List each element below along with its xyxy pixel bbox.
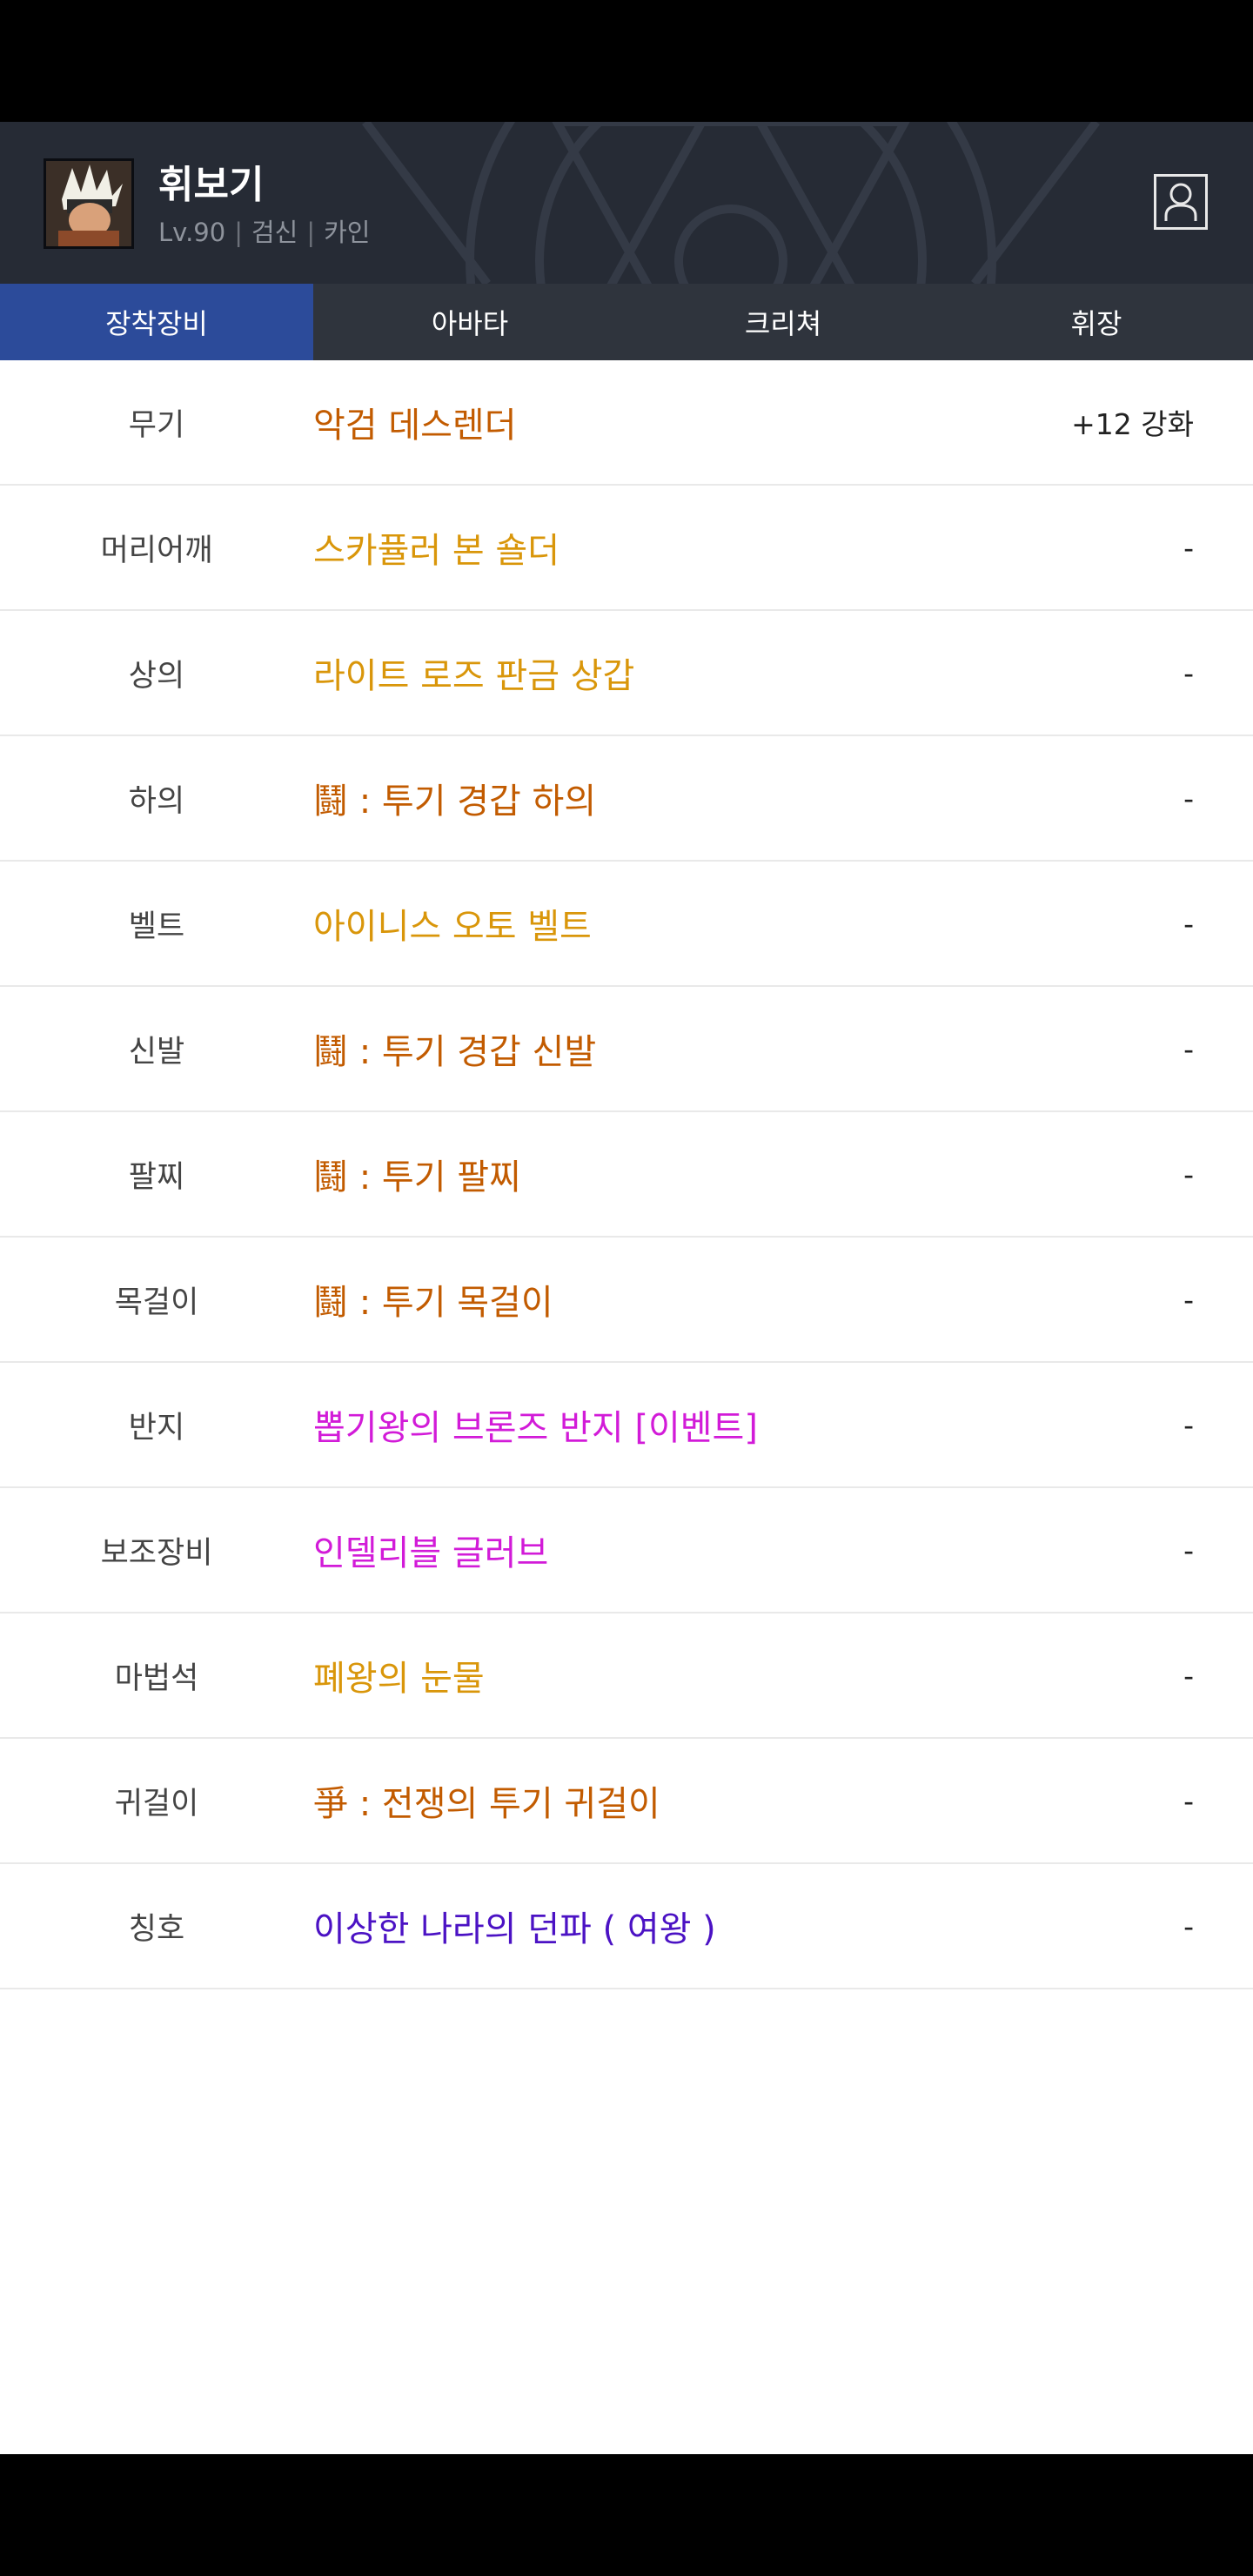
item-name: 鬪 : 투기 경갑 신발 bbox=[313, 1032, 597, 1072]
equipment-row[interactable]: 팔찌 鬪 : 투기 팔찌 - bbox=[0, 1112, 1253, 1238]
item-name: 라이트 로즈 판금 상갑 bbox=[313, 656, 635, 696]
slot-label: 무기 bbox=[128, 407, 185, 443]
slot-label: 상의 bbox=[128, 658, 185, 694]
slot-label: 반지 bbox=[128, 1410, 185, 1446]
slot-label: 머리어깨 bbox=[100, 533, 213, 568]
enhance-level: +12 강화 bbox=[1071, 407, 1194, 441]
item-name: 鬪 : 투기 경갑 하의 bbox=[313, 782, 597, 822]
character-portrait-icon bbox=[46, 161, 131, 246]
character-name: 휘보기 bbox=[158, 163, 265, 207]
item-name: 鬪 : 투기 팔찌 bbox=[313, 1157, 521, 1197]
enhance-level: - bbox=[1183, 1658, 1194, 1693]
slot-label: 보조장비 bbox=[100, 1535, 213, 1571]
slot-label: 칭호 bbox=[128, 1911, 185, 1947]
status-bar bbox=[0, 0, 1253, 122]
tab-emblem[interactable]: 휘장 bbox=[940, 284, 1253, 360]
slot-label: 하의 bbox=[128, 783, 185, 819]
equipment-row[interactable]: 상의 라이트 로즈 판금 상갑 - bbox=[0, 611, 1253, 736]
item-name: 鬪 : 투기 목걸이 bbox=[313, 1283, 553, 1323]
tab-equipment[interactable]: 장착장비 bbox=[0, 284, 313, 360]
slot-label: 귀걸이 bbox=[114, 1786, 199, 1821]
character-class: 검신 bbox=[251, 218, 298, 247]
slot-label: 벨트 bbox=[128, 909, 185, 944]
item-name: 폐왕의 눈물 bbox=[313, 1659, 485, 1699]
slot-label: 팔찌 bbox=[128, 1159, 185, 1195]
character-info: Lv.90 | 검신 | 카인 bbox=[158, 212, 371, 249]
equipment-row[interactable]: 귀걸이 爭 : 전쟁의 투기 귀걸이 - bbox=[0, 1739, 1253, 1864]
item-name: 爭 : 전쟁의 투기 귀걸이 bbox=[313, 1784, 660, 1824]
equipment-row[interactable]: 신발 鬪 : 투기 경갑 신발 - bbox=[0, 987, 1253, 1112]
info-separator: | bbox=[234, 218, 243, 247]
enhance-level: - bbox=[1183, 1282, 1194, 1317]
equipment-list: 무기 악검 데스렌더 +12 강화 머리어깨 스카퓰러 본 숄더 - 상의 라이… bbox=[0, 360, 1253, 2454]
enhance-level: - bbox=[1183, 1407, 1194, 1442]
enhance-level: - bbox=[1183, 781, 1194, 815]
equipment-row[interactable]: 하의 鬪 : 투기 경갑 하의 - bbox=[0, 736, 1253, 862]
enhance-level: - bbox=[1183, 906, 1194, 941]
enhance-level: - bbox=[1183, 1031, 1194, 1066]
person-icon bbox=[1164, 183, 1197, 221]
equipment-row[interactable]: 칭호 이상한 나라의 던파 ( 여왕 ) - bbox=[0, 1864, 1253, 1989]
character-server: 카인 bbox=[324, 218, 371, 247]
enhance-level: - bbox=[1183, 1533, 1194, 1567]
slot-label: 목걸이 bbox=[114, 1285, 199, 1320]
equipment-row[interactable]: 마법석 폐왕의 눈물 - bbox=[0, 1613, 1253, 1739]
navigation-bar bbox=[0, 2454, 1253, 2576]
item-name: 아이니스 오토 벨트 bbox=[313, 907, 592, 947]
tab-avatar[interactable]: 아바타 bbox=[313, 284, 626, 360]
item-name: 인델리블 글러브 bbox=[313, 1533, 549, 1573]
tab-bar: 장착장비 아바타 크리쳐 휘장 bbox=[0, 284, 1253, 360]
equipment-row[interactable]: 반지 뽑기왕의 브론즈 반지 [이벤트] - bbox=[0, 1363, 1253, 1488]
equipment-row[interactable]: 보조장비 인델리블 글러브 - bbox=[0, 1488, 1253, 1613]
enhance-level: - bbox=[1183, 1909, 1194, 1943]
item-name: 악검 데스렌더 bbox=[313, 406, 517, 446]
character-level: Lv.90 bbox=[158, 218, 226, 247]
info-separator: | bbox=[306, 218, 316, 247]
enhance-level: - bbox=[1183, 530, 1194, 565]
item-name: 이상한 나라의 던파 ( 여왕 ) bbox=[313, 1909, 716, 1949]
tab-creature[interactable]: 크리쳐 bbox=[626, 284, 940, 360]
enhance-level: - bbox=[1183, 1783, 1194, 1818]
slot-label: 마법석 bbox=[114, 1660, 199, 1696]
character-header: 휘보기 Lv.90 | 검신 | 카인 bbox=[0, 122, 1253, 284]
equipment-row[interactable]: 벨트 아이니스 오토 벨트 - bbox=[0, 862, 1253, 987]
item-name: 뽑기왕의 브론즈 반지 [이벤트] bbox=[313, 1408, 758, 1448]
equipment-row[interactable]: 머리어깨 스카퓰러 본 숄더 - bbox=[0, 486, 1253, 611]
profile-button[interactable] bbox=[1154, 174, 1208, 230]
enhance-level: - bbox=[1183, 655, 1194, 690]
enhance-level: - bbox=[1183, 1157, 1194, 1191]
item-name: 스카퓰러 본 숄더 bbox=[313, 531, 560, 571]
equipment-row[interactable]: 목걸이 鬪 : 투기 목걸이 - bbox=[0, 1238, 1253, 1363]
character-avatar bbox=[44, 158, 134, 249]
slot-label: 신발 bbox=[128, 1034, 185, 1070]
equipment-row[interactable]: 무기 악검 데스렌더 +12 강화 bbox=[0, 360, 1253, 486]
